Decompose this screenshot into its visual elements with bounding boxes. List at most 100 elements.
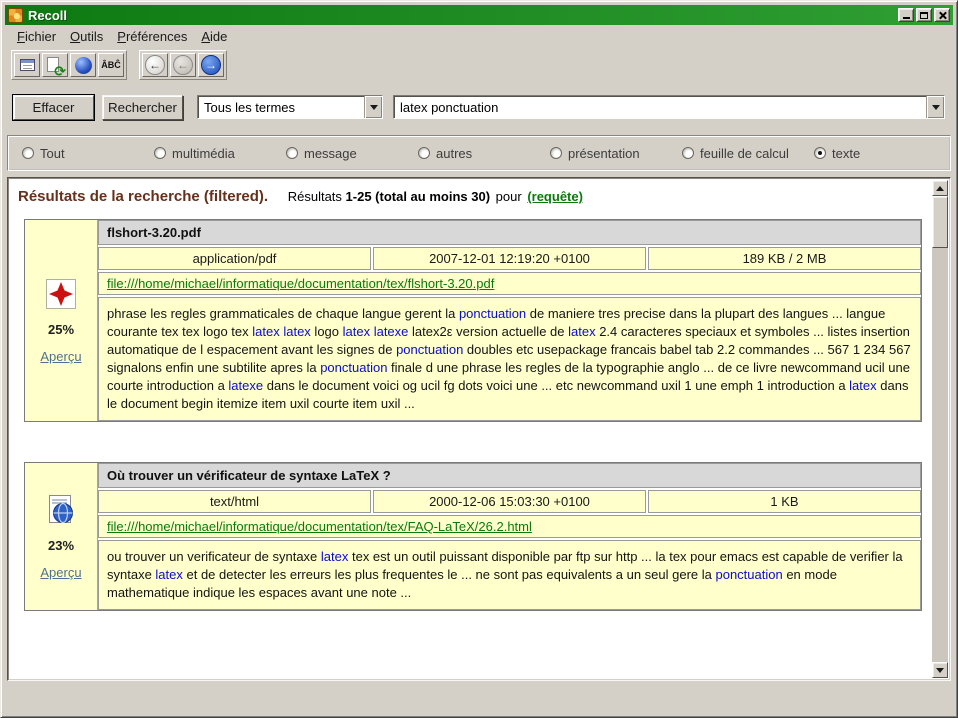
- result-title: Où trouver un vérificateur de syntaxe La…: [98, 463, 921, 488]
- back-arrow-disabled-icon: ←: [173, 55, 193, 75]
- snippet-highlighted-term: latex: [321, 549, 348, 564]
- filter-radio-presentation[interactable]: présentation: [550, 146, 682, 161]
- snippet-highlighted-term: latex: [155, 567, 182, 582]
- filter-radio-texte[interactable]: texte: [814, 146, 946, 161]
- results-count-label: Résultats: [288, 189, 342, 204]
- menu-item-outils[interactable]: Outils: [64, 27, 109, 46]
- minimize-icon: [903, 17, 910, 19]
- search-button[interactable]: [70, 53, 96, 77]
- filter-label: Tout: [40, 146, 65, 161]
- result-item: 25% Aperçu flshort-3.20.pdf application/…: [24, 219, 922, 422]
- result-size: 189 KB / 2 MB: [648, 247, 921, 270]
- snippet-highlighted-term: latex latexe: [343, 324, 409, 339]
- result-title: flshort-3.20.pdf: [98, 220, 921, 245]
- filter-label: présentation: [568, 146, 640, 161]
- menu-item-preferences[interactable]: Préférences: [111, 27, 193, 46]
- html-file-icon: [45, 494, 77, 526]
- search-mode-value: Tous les termes: [198, 100, 364, 115]
- first-page-button[interactable]: ←: [142, 53, 168, 77]
- snippet-text: ou trouver un verificateur de syntaxe: [107, 549, 321, 564]
- radio-icon: [22, 147, 34, 159]
- scroll-thumb[interactable]: [932, 196, 948, 248]
- maximize-icon: [920, 12, 928, 19]
- filter-radio-autres[interactable]: autres: [418, 146, 550, 161]
- result-url-link[interactable]: file:///home/michael/informatique/docume…: [107, 276, 494, 291]
- scroll-track[interactable]: [932, 248, 948, 662]
- relevance-percent: 23%: [48, 538, 74, 553]
- radio-icon: [154, 147, 166, 159]
- filter-radio-message[interactable]: message: [286, 146, 418, 161]
- status-bar: [5, 681, 953, 713]
- radio-icon: [418, 147, 430, 159]
- minimize-button[interactable]: [898, 8, 914, 22]
- result-url-link[interactable]: file:///home/michael/informatique/docume…: [107, 519, 532, 534]
- arrow-up-icon: [936, 186, 944, 191]
- snippet-text: logo: [311, 324, 343, 339]
- radio-icon: [550, 147, 562, 159]
- previous-page-button[interactable]: ←: [170, 53, 196, 77]
- result-meta-row: application/pdf 2007-12-01 12:19:20 +010…: [98, 247, 921, 270]
- term-explorer-button[interactable]: ÂBĈ: [98, 53, 124, 77]
- result-detail: flshort-3.20.pdf application/pdf 2007-12…: [98, 220, 921, 421]
- snippet-text: et de detecter les erreurs les plus freq…: [183, 567, 716, 582]
- toolbar-group-nav: ← ← →: [139, 50, 227, 80]
- search-sphere-icon: [75, 57, 92, 74]
- filter-radio-feuille-de-calcul[interactable]: feuille de calcul: [682, 146, 814, 161]
- search-mode-select[interactable]: Tous les termes: [197, 95, 383, 119]
- results-count: Résultats 1-25 (total au moins 30) pour …: [288, 189, 583, 204]
- search-row: Effacer Rechercher Tous les termes latex…: [5, 83, 953, 129]
- snippet-highlighted-term: latex latex: [252, 324, 311, 339]
- preview-link[interactable]: Aperçu: [40, 565, 81, 580]
- clear-search-button[interactable]: [14, 53, 40, 77]
- query-link[interactable]: (requête): [527, 189, 583, 204]
- window-controls: [898, 8, 950, 22]
- result-url-row: file:///home/michael/informatique/docume…: [98, 515, 921, 538]
- filter-label: autres: [436, 146, 472, 161]
- menu-item-aide[interactable]: Aide: [195, 27, 233, 46]
- result-sidebar: 23% Aperçu: [25, 463, 98, 610]
- search-submit-button[interactable]: Rechercher: [102, 95, 183, 120]
- query-combobox[interactable]: latex ponctuation: [393, 95, 945, 119]
- snippet-highlighted-term: ponctuation: [459, 306, 526, 321]
- scroll-down-button[interactable]: [932, 662, 948, 678]
- snippet-text: latex2ε version actuelle de: [408, 324, 568, 339]
- next-page-button[interactable]: →: [198, 53, 224, 77]
- back-arrow-icon: ←: [145, 55, 165, 75]
- titlebar[interactable]: Recoll: [5, 5, 953, 25]
- results-view: Résultats de la recherche (filtered). Ré…: [10, 180, 932, 678]
- query-history-dropdown-button[interactable]: [926, 96, 944, 118]
- close-button[interactable]: [934, 8, 950, 22]
- results-pour-word: pour: [496, 189, 522, 204]
- filter-radio-multimedia[interactable]: multimédia: [154, 146, 286, 161]
- result-url-row: file:///home/michael/informatique/docume…: [98, 272, 921, 295]
- result-sidebar: 25% Aperçu: [25, 220, 98, 421]
- update-index-icon: [46, 57, 64, 74]
- snippet-highlighted-term: latexe: [228, 378, 263, 393]
- toolbar: ÂBĈ ← ← →: [5, 47, 953, 83]
- chevron-down-icon: [370, 105, 378, 110]
- chevron-down-icon: [932, 105, 940, 110]
- result-mime: text/html: [98, 490, 371, 513]
- snippet-highlighted-term: latex: [849, 378, 876, 393]
- filter-label: multimédia: [172, 146, 235, 161]
- snippet-highlighted-term: ponctuation: [715, 567, 782, 582]
- recoll-window: Recoll FichierOutilsPréférencesAide ÂBĈ …: [0, 0, 958, 718]
- result-date: 2007-12-01 12:19:20 +0100: [373, 247, 646, 270]
- result-date: 2000-12-06 15:03:30 +0100: [373, 490, 646, 513]
- preview-link[interactable]: Aperçu: [40, 349, 81, 364]
- results-list: 25% Aperçu flshort-3.20.pdf application/…: [18, 219, 932, 611]
- search-mode-dropdown-button[interactable]: [364, 96, 382, 118]
- filter-label: texte: [832, 146, 860, 161]
- update-index-button[interactable]: [42, 53, 68, 77]
- scroll-up-button[interactable]: [932, 180, 948, 196]
- results-header: Résultats de la recherche (filtered). Ré…: [18, 188, 932, 205]
- query-input[interactable]: latex ponctuation: [394, 100, 926, 115]
- recoll-app-icon[interactable]: [8, 8, 23, 23]
- menu-item-fichier[interactable]: Fichier: [11, 27, 62, 46]
- snippet-highlighted-term: ponctuation: [396, 342, 463, 357]
- maximize-button[interactable]: [916, 8, 932, 22]
- result-size: 1 KB: [648, 490, 921, 513]
- filter-radio-tout[interactable]: Tout: [22, 146, 154, 161]
- clear-button[interactable]: Effacer: [13, 95, 94, 120]
- filter-label: message: [304, 146, 357, 161]
